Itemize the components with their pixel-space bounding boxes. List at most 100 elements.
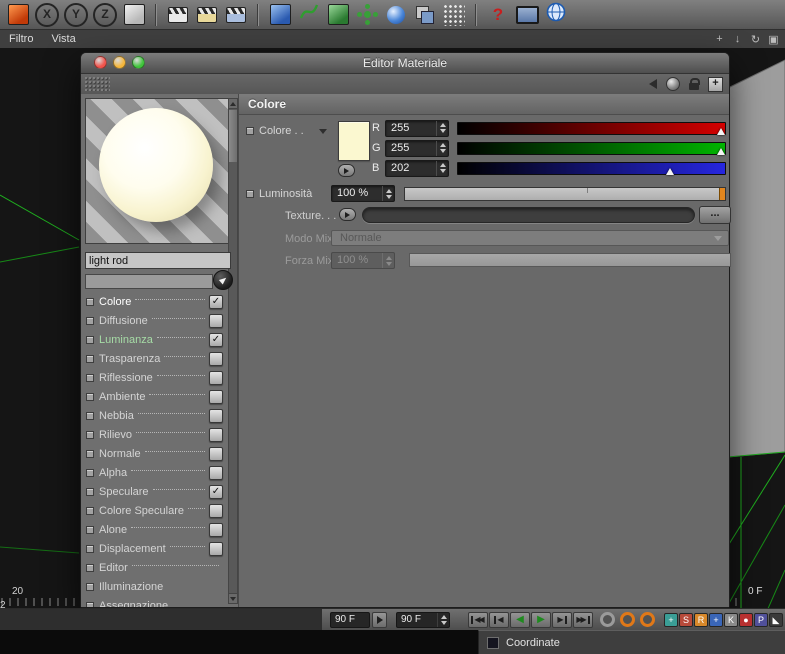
channel-item-speculare[interactable]: Speculare ✓ [81, 482, 228, 501]
stepper-arrows[interactable] [382, 253, 394, 268]
position-key-icon[interactable]: + [664, 613, 678, 627]
render-view-icon[interactable] [166, 3, 190, 27]
channel-handle[interactable] [86, 449, 94, 458]
online-globe-icon[interactable] [544, 2, 568, 27]
stepper-arrows[interactable] [382, 186, 394, 201]
channel-item-alone[interactable]: Alone [81, 520, 228, 539]
toggle-view-icon[interactable]: ▣ [768, 33, 779, 46]
dolly-view-icon[interactable]: ↓ [732, 33, 743, 46]
channel-handle[interactable] [86, 506, 94, 515]
scroll-up-icon[interactable] [229, 99, 237, 109]
menu-filtro[interactable]: Filtro [0, 33, 42, 45]
record-key-icon[interactable]: ● [739, 613, 753, 627]
stepper-down-icon[interactable] [439, 149, 446, 153]
pan-view-icon[interactable]: + [714, 33, 725, 46]
channel-checkbox[interactable]: ✓ [209, 332, 223, 347]
keyframe-selection-icon[interactable] [640, 612, 655, 627]
channel-handle[interactable] [86, 335, 94, 344]
coordinate-system-icon[interactable] [122, 3, 146, 27]
channel-item-displacement[interactable]: Displacement [81, 539, 228, 558]
channel-handle[interactable] [86, 544, 94, 553]
mix-mode-dropdown[interactable]: Normale [331, 230, 729, 246]
x-axis-lock-icon[interactable]: X [35, 2, 59, 27]
channel-checkbox[interactable] [209, 503, 223, 518]
stepper-arrows[interactable] [436, 120, 448, 136]
stepper-up-icon[interactable] [439, 163, 446, 167]
slider-handle-icon[interactable] [716, 127, 725, 135]
brightness-slider[interactable] [404, 186, 726, 201]
channel-item-riflessione[interactable]: Riflessione [81, 368, 228, 387]
channel-handle[interactable] [86, 582, 94, 591]
add-cube-object-icon[interactable] [268, 3, 292, 27]
channel-checkbox[interactable]: ✓ [209, 484, 223, 499]
material-search-input[interactable] [85, 274, 213, 289]
channel-item-alpha[interactable]: Alpha [81, 463, 228, 482]
menu-vista[interactable]: Vista [42, 33, 84, 45]
channel-item-ambiente[interactable]: Ambiente [81, 387, 228, 406]
y-axis-lock-icon[interactable]: Y [64, 2, 88, 27]
channel-checkbox[interactable] [209, 541, 223, 556]
channel-checkbox[interactable] [209, 408, 223, 423]
minimize-button[interactable] [113, 56, 126, 69]
stepper-arrows[interactable] [436, 140, 448, 156]
z-axis-lock-icon[interactable]: Z [93, 2, 117, 27]
stepper-up-icon[interactable] [439, 123, 446, 127]
texture-browse-button[interactable]: ... [699, 206, 731, 224]
color-animate-toggle[interactable] [246, 127, 254, 135]
scrollbar-thumb[interactable] [229, 110, 237, 162]
color-value-field-g[interactable]: 255 [385, 139, 449, 157]
channel-item-normale[interactable]: Normale [81, 444, 228, 463]
color-slider-r[interactable] [457, 121, 726, 135]
add-generator-icon[interactable] [326, 3, 350, 27]
channel-checkbox[interactable] [209, 351, 223, 366]
mix-strength-slider[interactable] [409, 253, 731, 267]
channel-handle[interactable] [86, 487, 94, 496]
slider-handle-icon[interactable] [716, 147, 725, 155]
material-name-input[interactable] [85, 252, 231, 269]
channel-handle[interactable] [86, 316, 94, 325]
timeline-ruler-area[interactable] [0, 609, 322, 631]
goto-end-button[interactable]: ▶▶ [573, 612, 593, 628]
texture-pick-button[interactable] [213, 270, 233, 290]
channel-checkbox[interactable]: ✓ [209, 294, 223, 309]
stepper-down-icon[interactable] [439, 129, 446, 133]
scale-key-icon[interactable]: S [679, 613, 693, 627]
play-prefs-icon[interactable]: P [754, 613, 768, 627]
add-boolean-icon[interactable] [413, 3, 437, 27]
stepper-down-icon[interactable] [439, 169, 446, 173]
add-array-icon[interactable] [355, 3, 379, 27]
new-tab-icon[interactable]: + [708, 76, 723, 92]
zoom-button[interactable] [132, 56, 145, 69]
help-icon[interactable]: ? [486, 3, 510, 27]
add-metaball-icon[interactable] [384, 3, 408, 27]
left-panel-scrollbar[interactable] [228, 98, 238, 604]
range-frame-field[interactable]: 90 F [396, 612, 450, 628]
brightness-slider-handle[interactable] [719, 187, 725, 200]
window-titlebar[interactable]: Editor Materiale [81, 53, 729, 74]
color-value-field-r[interactable]: 255 [385, 119, 449, 137]
record-active-objects-icon[interactable] [600, 612, 615, 627]
parameter-key-icon[interactable]: + [709, 613, 723, 627]
channel-handle[interactable] [86, 430, 94, 439]
stepper-up-icon[interactable] [439, 143, 446, 147]
channel-handle[interactable] [86, 411, 94, 420]
channel-item-illuminazione[interactable]: Illuminazione [81, 577, 228, 596]
close-button[interactable] [94, 56, 107, 69]
material-sphere-icon[interactable] [666, 77, 680, 91]
color-expand-button[interactable] [338, 164, 355, 177]
goto-frame-button[interactable] [372, 612, 387, 628]
nav-back-icon[interactable] [649, 79, 657, 89]
channel-item-nebbia[interactable]: Nebbia [81, 406, 228, 425]
rotate-view-icon[interactable]: ↻ [750, 33, 761, 46]
current-frame-field[interactable]: 90 F [330, 612, 370, 628]
channel-checkbox[interactable] [209, 427, 223, 442]
material-preview[interactable] [85, 98, 231, 244]
play-backwards-button[interactable]: ◀ [510, 612, 530, 628]
pla-key-icon[interactable]: K [724, 613, 738, 627]
lock-icon[interactable] [689, 77, 700, 90]
channel-item-assegnazione[interactable]: Assegnazione [81, 596, 228, 607]
channel-handle[interactable] [86, 392, 94, 401]
channel-handle[interactable] [86, 563, 94, 572]
rotation-key-icon[interactable]: R [694, 613, 708, 627]
brightness-value-field[interactable]: 100 % [331, 185, 395, 202]
